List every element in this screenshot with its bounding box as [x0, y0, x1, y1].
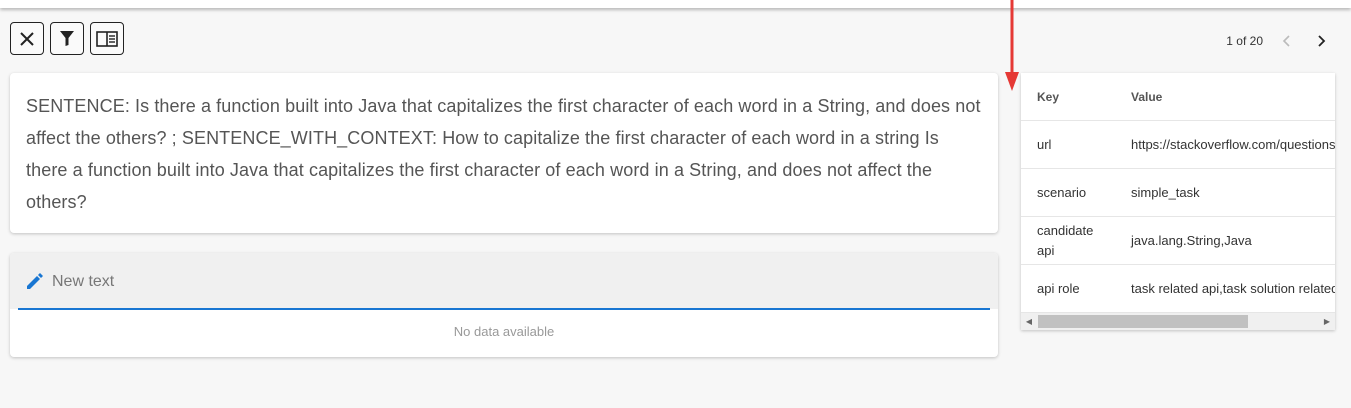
close-icon	[20, 31, 34, 46]
sentence-card: SENTENCE: Is there a function built into…	[10, 73, 998, 233]
filter-icon	[60, 31, 74, 46]
row-value: java.lang.String,Java	[1115, 216, 1335, 265]
previous-page-button[interactable]	[1277, 31, 1297, 51]
scroll-right-icon[interactable]: ▶	[1319, 313, 1335, 330]
input-underline	[18, 308, 990, 310]
sentence-text: SENTENCE: Is there a function built into…	[26, 96, 981, 212]
column-header-value: Value	[1115, 73, 1335, 121]
metadata-table: Key Value url https://stackoverflow.com/…	[1021, 73, 1335, 313]
empty-state-label: No data available	[453, 324, 555, 339]
table-row: url https://stackoverflow.com/questions/…	[1021, 120, 1335, 169]
new-text-input[interactable]	[50, 269, 954, 295]
row-key: url	[1021, 120, 1115, 169]
filter-button[interactable]	[50, 22, 84, 55]
top-bar	[0, 0, 1351, 8]
pagination: 1 of 20	[1226, 31, 1331, 51]
pencil-icon	[27, 273, 43, 289]
chevron-right-icon	[1318, 35, 1326, 47]
page-indicator: 1 of 20	[1226, 34, 1263, 48]
horizontal-scrollbar[interactable]: ◀ ▶	[1021, 313, 1335, 330]
table-row: api role task related api,task solution …	[1021, 264, 1335, 313]
metadata-panel: Key Value url https://stackoverflow.com/…	[1021, 73, 1335, 330]
scroll-left-icon[interactable]: ◀	[1021, 313, 1037, 330]
next-page-button[interactable]	[1311, 31, 1331, 51]
row-key: api role	[1021, 264, 1115, 313]
toggle-panel-button[interactable]	[90, 22, 124, 55]
chevron-left-icon	[1282, 35, 1290, 47]
annotation-card: No data available	[10, 253, 998, 357]
row-value: task related api,task solution related a…	[1115, 264, 1335, 313]
scrollbar-thumb[interactable]	[1038, 315, 1248, 328]
row-key: scenario	[1021, 168, 1115, 217]
close-button[interactable]	[10, 22, 44, 55]
row-value: simple_task	[1115, 168, 1335, 217]
column-header-key: Key	[1021, 73, 1115, 121]
table-row: scenario simple_task	[1021, 168, 1335, 217]
red-arrow-marker	[1005, 0, 1019, 91]
row-key: candidate api	[1021, 216, 1115, 265]
row-value: https://stackoverflow.com/questions/1892…	[1115, 120, 1335, 169]
panel-icon	[96, 30, 118, 47]
new-text-field	[10, 253, 998, 310]
table-row: candidate api java.lang.String,Java	[1021, 216, 1335, 265]
table-header-row: Key Value	[1021, 73, 1335, 121]
